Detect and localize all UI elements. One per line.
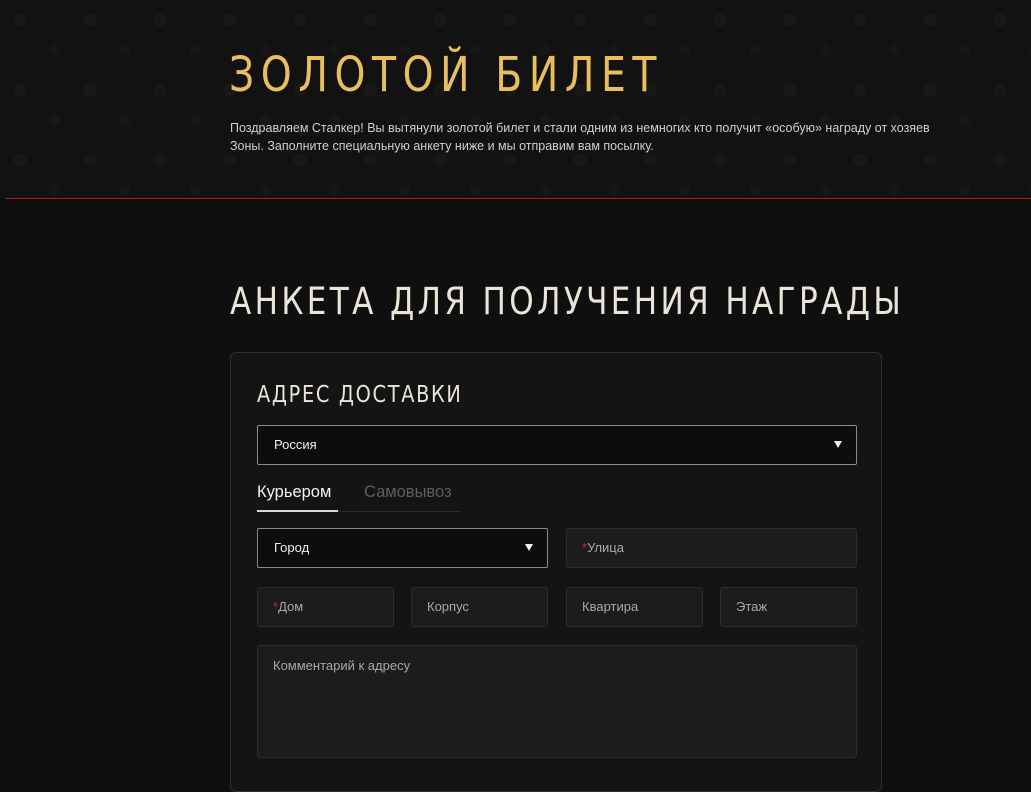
hero-description: Поздравляем Сталкер! Вы вытянули золотой…	[230, 121, 930, 153]
page-title: ЗОЛОТОЙ БИЛЕТ	[229, 47, 664, 103]
country-select[interactable]: Россия	[257, 425, 857, 465]
form-title: АНКЕТА ДЛЯ ПОЛУЧЕНИЯ НАГРАДЫ	[230, 280, 905, 323]
tab-courier[interactable]: Курьером	[257, 478, 338, 512]
floor-placeholder: Этаж	[736, 599, 768, 614]
delivery-address-heading: АДРЕС ДОСТАВКИ	[257, 382, 463, 408]
address-comment-textarea[interactable]: Комментарий к адресу	[257, 645, 857, 758]
building-input[interactable]: Корпус	[411, 587, 548, 627]
caret-down-icon	[525, 544, 533, 551]
house-placeholder: *Дом	[273, 599, 304, 614]
house-input[interactable]: *Дом	[257, 587, 394, 627]
street-placeholder: *Улица	[582, 540, 624, 555]
city-select[interactable]: Город	[257, 528, 548, 568]
street-input[interactable]: *Улица	[566, 528, 857, 568]
tab-pickup[interactable]: Самовывоз	[364, 478, 452, 510]
country-select-value: Россия	[274, 437, 317, 452]
delivery-method-tabs: Курьером Самовывоз	[257, 478, 461, 512]
floor-input[interactable]: Этаж	[720, 587, 857, 627]
building-placeholder: Корпус	[427, 599, 469, 614]
caret-down-icon	[834, 441, 842, 448]
city-select-value: Город	[274, 540, 310, 555]
apartment-placeholder: Квартира	[582, 599, 639, 614]
address-comment-placeholder: Комментарий к адресу	[273, 658, 411, 673]
hero-divider	[5, 198, 1031, 199]
apartment-input[interactable]: Квартира	[566, 587, 703, 627]
